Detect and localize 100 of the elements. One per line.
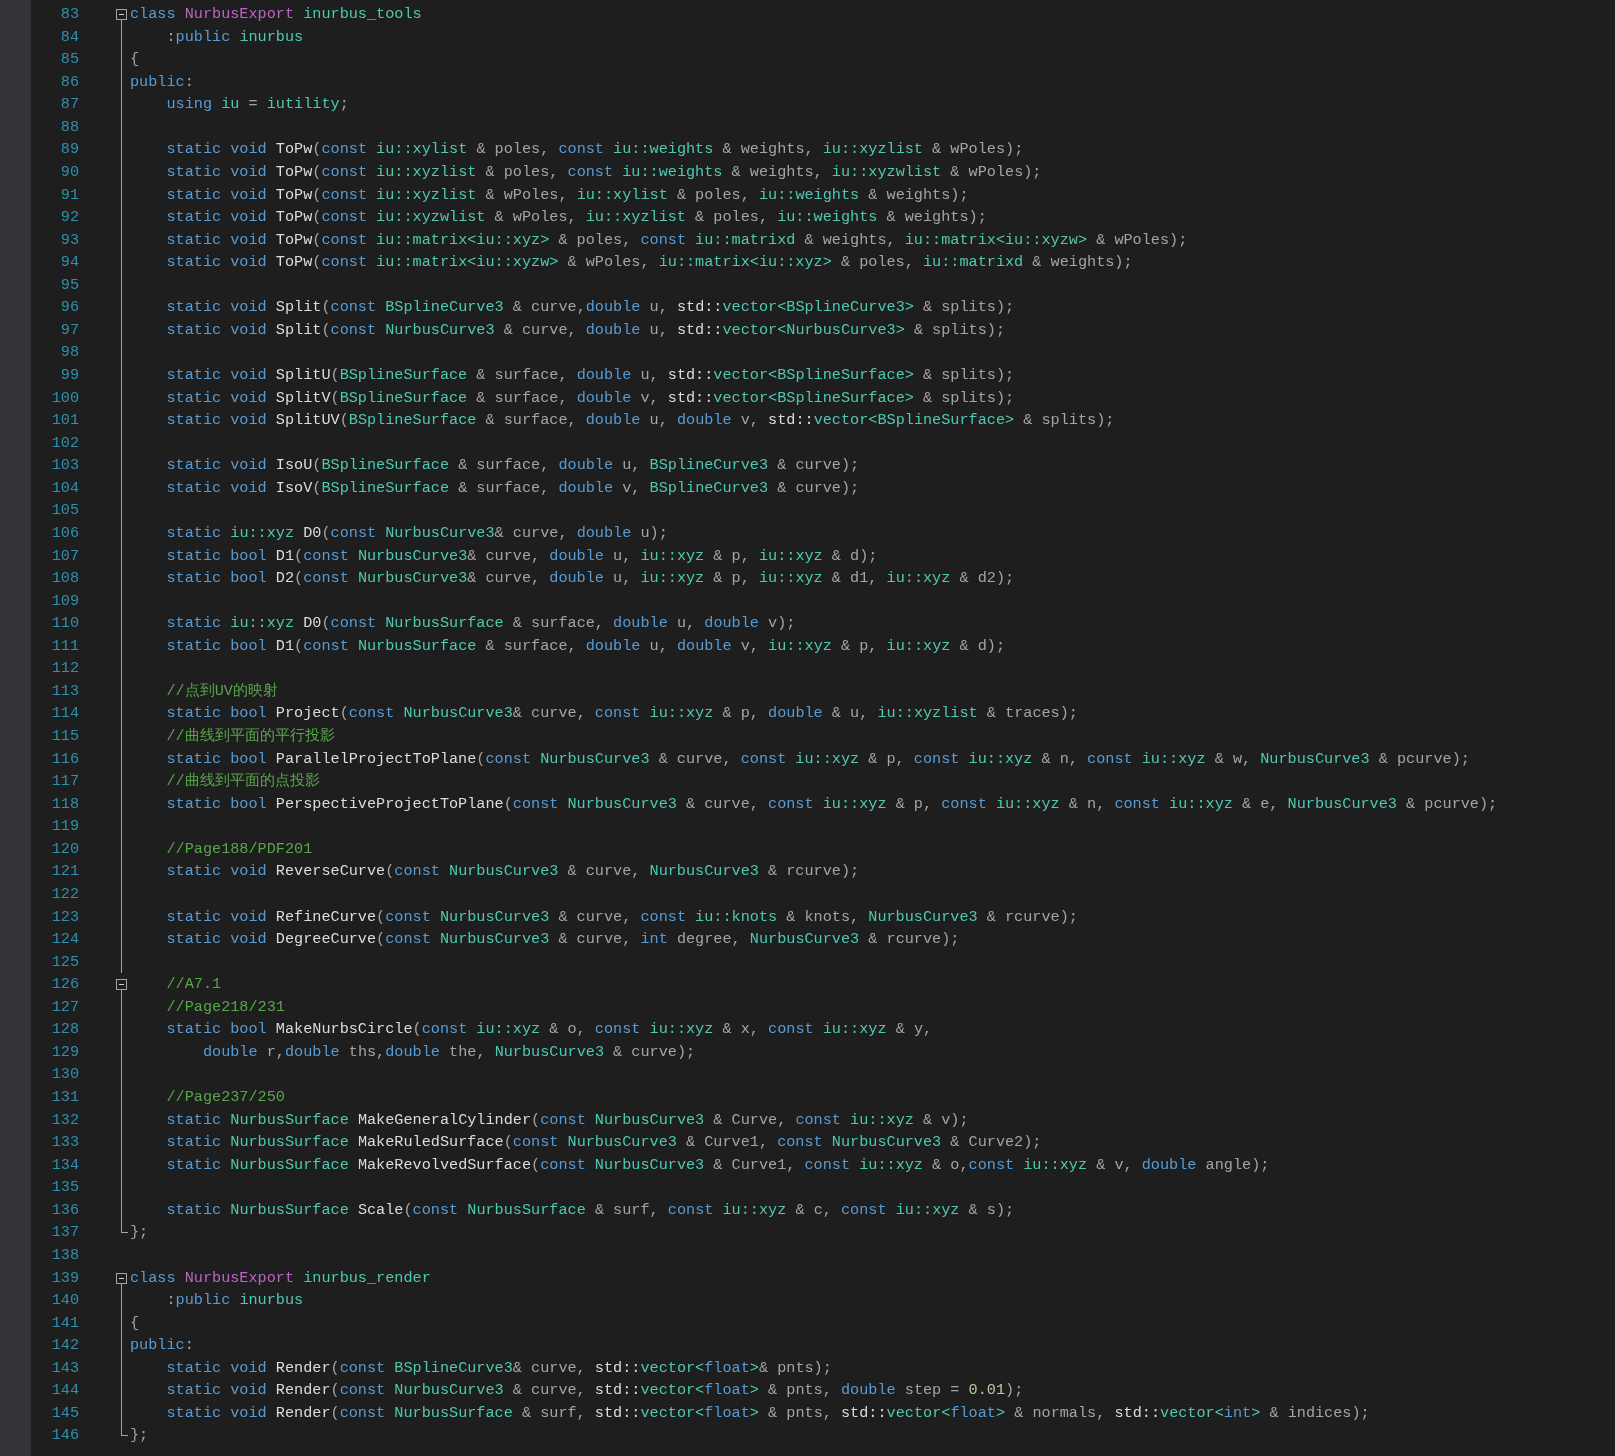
line-number: 118 bbox=[50, 793, 79, 815]
code-line: static void RefineCurve(const NurbusCurve3 & curve, const iu::knots & knots, NurbusCurve3 & rcurve); bbox=[165, 906, 1078, 928]
collapse-icon[interactable] bbox=[116, 1272, 127, 1284]
line-number: 144 bbox=[50, 1380, 79, 1402]
line-number: 142 bbox=[50, 1335, 79, 1357]
line-number: 126 bbox=[50, 974, 79, 996]
line-number: 89 bbox=[59, 139, 79, 161]
code-line: static void ToPw(const iu::matrix<iu::xyzw> & wPoles, iu::matrix<iu::xyz> & poles, iu::matrixd & weights); bbox=[165, 252, 1133, 274]
line-number: 134 bbox=[50, 1154, 79, 1176]
code-line: }; bbox=[130, 1425, 149, 1447]
line-number: 93 bbox=[59, 229, 79, 251]
code-line: static bool ParallelProjectToPlane(const NurbusCurve3 & curve, const iu::xyz & p, const iu::xyz & n, const iu::xyz & w, NurbusCurve3 & pcurve); bbox=[165, 748, 1470, 770]
line-number: 135 bbox=[50, 1177, 79, 1199]
line-number: 121 bbox=[50, 861, 79, 883]
line-number: 83 bbox=[59, 4, 79, 25]
line-number: 102 bbox=[50, 432, 79, 454]
code-comment: //点到UV的映射 bbox=[165, 680, 278, 702]
line-number: 143 bbox=[50, 1357, 79, 1379]
line-number: 128 bbox=[50, 1019, 79, 1041]
code-line: using iu = iutility; bbox=[165, 94, 349, 116]
line-number: 122 bbox=[50, 883, 79, 905]
code-line: { bbox=[130, 1312, 140, 1334]
code-line: static bool D1(const NurbusSurface & surface, double u, double v, iu::xyz & p, iu::xyz & d); bbox=[165, 635, 1006, 657]
line-number: 129 bbox=[50, 1041, 79, 1063]
line-number: 112 bbox=[50, 658, 79, 680]
line-number: 110 bbox=[50, 613, 79, 635]
code-line: static void Split(const NurbusCurve3 & curve, double u, std::vector<NurbusCurve3> & splits); bbox=[165, 319, 1005, 341]
code-line: static void SplitU(BSplineSurface & surface, double u, std::vector<BSplineSurface> & splits); bbox=[165, 365, 1015, 386]
code-line: { bbox=[130, 49, 140, 71]
line-number: 136 bbox=[50, 1199, 79, 1221]
line-number: 113 bbox=[50, 680, 79, 702]
line-number: 98 bbox=[59, 342, 79, 364]
line-number: 140 bbox=[50, 1290, 79, 1312]
code-line: }; bbox=[130, 1222, 149, 1244]
code-line: static void ToPw(const iu::xyzlist & poles, const iu::weights & weights, iu::xyzwlist & wPoles); bbox=[165, 161, 1042, 183]
code-line: static iu::xyz D0(const NurbusCurve3& curve, double u); bbox=[165, 522, 668, 544]
line-number: 104 bbox=[50, 477, 79, 499]
code-line: static NurbusSurface MakeRuledSurface(const NurbusCurve3 & Curve1, const NurbusCurve3 & Curve2); bbox=[165, 1132, 1042, 1154]
line-number: 138 bbox=[50, 1244, 79, 1266]
code-comment: //A7.1 bbox=[165, 974, 222, 996]
line-number: 96 bbox=[59, 297, 79, 319]
line-number: 131 bbox=[50, 1087, 79, 1108]
line-number: 86 bbox=[59, 71, 79, 93]
code-line: static void SplitV(BSplineSurface & surface, double v, std::vector<BSplineSurface> & splits); bbox=[165, 387, 1015, 409]
code-comment: //曲线到平面的平行投影 bbox=[165, 726, 335, 747]
line-number: 116 bbox=[50, 748, 79, 770]
collapse-icon[interactable] bbox=[116, 979, 127, 991]
line-number: 108 bbox=[50, 568, 79, 590]
code-line: class NurbusExport inurbus_render bbox=[130, 1267, 431, 1289]
line-number: 90 bbox=[59, 161, 79, 183]
line-number: 94 bbox=[59, 252, 79, 274]
line-number: 111 bbox=[50, 635, 79, 657]
code-line: class NurbusExport inurbus_tools bbox=[130, 4, 422, 25]
line-number: 127 bbox=[50, 996, 79, 1018]
line-number: 84 bbox=[59, 26, 79, 48]
code-line: static void ToPw(const iu::matrix<iu::xyz> & poles, const iu::matrixd & weights, iu::matrix<iu::xyzw> & wPoles); bbox=[165, 229, 1188, 251]
line-number: 132 bbox=[50, 1109, 79, 1131]
line-number: 101 bbox=[50, 410, 79, 432]
code-comment: //Page237/250 bbox=[165, 1087, 285, 1108]
code-line: double r,double ths,double the, NurbusCurve3 & curve); bbox=[201, 1041, 696, 1063]
code-line: static void IsoU(BSplineSurface & surface, double u, BSplineCurve3 & curve); bbox=[165, 455, 860, 477]
line-number: 120 bbox=[50, 838, 79, 860]
collapse-icon[interactable] bbox=[116, 9, 127, 20]
code-line: static void Render(const NurbusCurve3 & curve, std::vector<float> & pnts, double step = 0.01); bbox=[165, 1380, 1024, 1402]
line-number: 100 bbox=[50, 387, 79, 409]
line-number: 146 bbox=[50, 1425, 79, 1447]
code-line: static void ToPw(const iu::xyzwlist & wPoles, iu::xyzlist & poles, iu::weights & weights); bbox=[165, 207, 987, 229]
line-number: 88 bbox=[59, 116, 79, 138]
code-line: static NurbusSurface MakeGeneralCylinder(const NurbusCurve3 & Curve, const iu::xyz & v); bbox=[165, 1109, 969, 1131]
code-line: static void Split(const BSplineCurve3 & curve,double u, std::vector<BSplineCurve3> & splits); bbox=[165, 297, 1015, 319]
code-line: static iu::xyz D0(const NurbusSurface & surface, double u, double v); bbox=[165, 613, 796, 635]
line-number: 137 bbox=[50, 1222, 79, 1244]
line-number: 123 bbox=[50, 906, 79, 928]
line-number: 105 bbox=[50, 500, 79, 522]
line-number: 91 bbox=[59, 184, 79, 206]
line-number: 97 bbox=[59, 319, 79, 341]
code-line: static void DegreeCurve(const NurbusCurve3 & curve, int degree, NurbusCurve3 & rcurve); bbox=[165, 929, 960, 951]
code-line: static bool PerspectiveProjectToPlane(const NurbusCurve3 & curve, const iu::xyz & p, const iu::xyz & n, const iu::xyz & e, NurbusCurve3 & pcurve); bbox=[165, 793, 1498, 815]
code-line: :public inurbus bbox=[165, 26, 304, 48]
line-number: 115 bbox=[50, 726, 79, 747]
line-number: 106 bbox=[50, 522, 79, 544]
line-number: 133 bbox=[50, 1132, 79, 1154]
line-number: 125 bbox=[50, 951, 79, 973]
code-line: static void SplitUV(BSplineSurface & surface, double u, double v, std::vector<BSplineSurface> & splits); bbox=[165, 410, 1115, 432]
code-line: public: bbox=[130, 71, 194, 93]
code-line: static void ToPw(const iu::xylist & poles, const iu::weights & weights, iu::xyzlist & wPoles); bbox=[165, 139, 1024, 161]
line-number: 119 bbox=[50, 816, 79, 838]
line-number: 107 bbox=[50, 545, 79, 567]
code-comment: //Page188/PDF201 bbox=[165, 838, 313, 860]
line-number: 87 bbox=[59, 94, 79, 116]
code-comment: //曲线到平面的点投影 bbox=[165, 771, 320, 793]
code-line: :public inurbus bbox=[165, 1290, 304, 1312]
line-number: 114 bbox=[50, 703, 79, 725]
code-line: static void ReverseCurve(const NurbusCurve3 & curve, NurbusCurve3 & rcurve); bbox=[165, 861, 860, 883]
code-comment: //Page218/231 bbox=[165, 996, 285, 1018]
code-line: static void Render(const BSplineCurve3& curve, std::vector<float>& pnts); bbox=[165, 1357, 832, 1379]
line-number: 92 bbox=[59, 207, 79, 229]
code-line: static void IsoV(BSplineSurface & surface, double v, BSplineCurve3 & curve); bbox=[165, 477, 860, 499]
code-line: public: bbox=[130, 1335, 194, 1357]
code-line: static NurbusSurface Scale(const NurbusSurface & surf, const iu::xyz & c, const iu::xyz & s); bbox=[165, 1199, 1015, 1221]
